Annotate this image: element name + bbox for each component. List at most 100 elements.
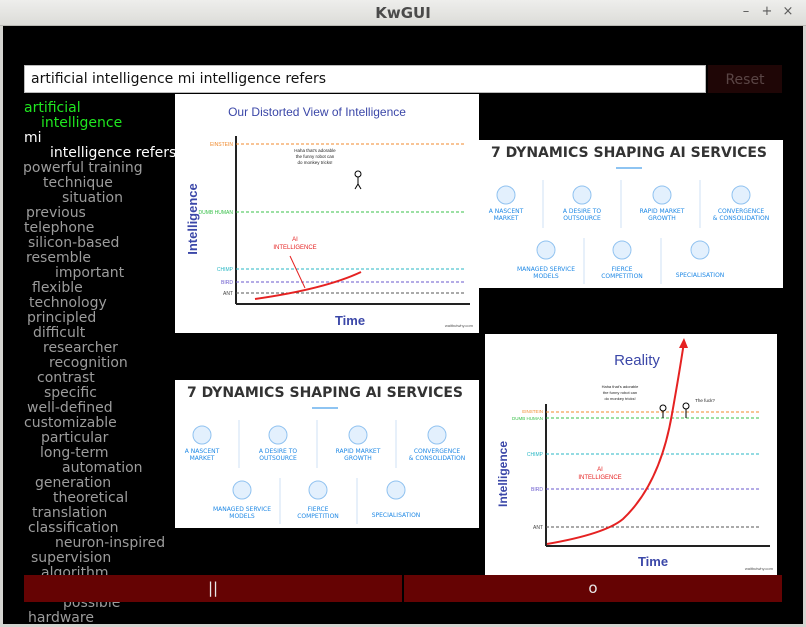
keyword-21[interactable]: customizable <box>24 415 117 431</box>
keyword-1[interactable]: intelligence <box>41 115 122 131</box>
keyword-0[interactable]: artificial <box>24 100 81 116</box>
img1-label-bird: BIRD <box>221 280 233 286</box>
img4-speech-1: Haha that's adorable <box>602 384 640 389</box>
dyn-top-title: 7 DYNAMICS SHAPING AI SERVICES <box>491 145 767 161</box>
reset-button[interactable]: Reset <box>708 65 782 93</box>
keyword-24[interactable]: automation <box>62 460 143 476</box>
play-button[interactable]: o <box>404 575 782 602</box>
img1-speech-2: the funny robot can <box>296 154 335 159</box>
dyn-top-item-6b: COMPETITION <box>601 273 643 280</box>
keyword-5[interactable]: technique <box>43 175 113 191</box>
img1-speech-3: do monkey tricks! <box>297 160 332 165</box>
pause-button[interactable]: || <box>24 575 402 602</box>
dyn-bottom-item-1b: MARKET <box>190 455 215 462</box>
dyn-top-item-6: FIERCE <box>612 266 633 273</box>
keyword-22[interactable]: particular <box>41 430 108 446</box>
result-image-distorted-view[interactable]: Our Distorted View of Intelligence EINST… <box>175 94 479 333</box>
dyn-top-icons <box>496 185 751 260</box>
keyword-27[interactable]: translation <box>32 505 107 521</box>
dyn-top-item-7: SPECIALISATION <box>676 272 725 279</box>
keyword-23[interactable]: long-term <box>40 445 109 461</box>
img4-label-chimp: CHIMP <box>527 452 544 458</box>
result-image-7-dynamics-top[interactable]: 7 DYNAMICS SHAPING AI SERVICES A NASCENT… <box>479 140 783 288</box>
img4-ai-label-2: INTELLIGENCE <box>578 475 621 481</box>
img1-label-chimp: CHIMP <box>217 267 234 273</box>
dyn-top-item-2: A DESIRE TO <box>563 208 602 215</box>
title-bar: KwGUI – + × <box>0 0 806 26</box>
dyn-bottom-item-5: MANAGED SERVICE <box>213 506 271 513</box>
img1-ai-label: AI <box>292 237 298 243</box>
dyn-top-item-3b: GROWTH <box>648 215 676 222</box>
keyword-26[interactable]: theoretical <box>53 490 128 506</box>
img1-ylabel: Intelligence <box>185 183 200 255</box>
dyn-bottom-item-2b: OUTSOURCE <box>259 455 297 462</box>
keyword-17[interactable]: recognition <box>49 355 128 371</box>
keyword-25[interactable]: generation <box>35 475 111 491</box>
word-cloud: artificial intelligence mi intelligence ref… <box>0 100 176 626</box>
keyword-4[interactable]: powerful training <box>23 160 143 176</box>
minimize-button[interactable]: – <box>738 3 754 21</box>
dyn-top-item-2b: OUTSOURCE <box>563 215 601 222</box>
maximize-button[interactable]: + <box>759 3 775 21</box>
img1-label-einstein: EINSTEIN <box>210 142 233 148</box>
keyword-15[interactable]: difficult <box>33 325 85 341</box>
img4-speech-3: do monkey tricks! <box>604 396 635 401</box>
stick-figure-icon <box>354 170 362 190</box>
keyword-29[interactable]: neuron-inspired <box>55 535 165 551</box>
img4-xlabel: Time <box>638 554 668 569</box>
img4-label-dumb-human: DUMB HUMAN <box>512 416 543 421</box>
keyword-30[interactable]: supervision <box>31 550 111 566</box>
keyword-18[interactable]: contrast <box>37 370 95 386</box>
dyn-bottom-item-2: A DESIRE TO <box>259 448 298 455</box>
dyn-top-item-5b: MODELS <box>533 273 559 280</box>
dyn-bottom-item-1: A NASCENT <box>185 448 220 455</box>
dyn-bottom-item-4b: & CONSOLIDATION <box>409 455 465 462</box>
keyword-20[interactable]: well-defined <box>27 400 113 416</box>
dyn-bottom-title: 7 DYNAMICS SHAPING AI SERVICES <box>187 385 463 401</box>
img4-speech-2: the funny robot can <box>603 390 637 395</box>
img4-ylabel: Intelligence <box>496 441 510 507</box>
img4-title: Reality <box>614 352 660 369</box>
keyword-19[interactable]: specific <box>44 385 97 401</box>
img1-label-ant: ANT <box>223 291 233 297</box>
dyn-top-item-4b: & CONSOLIDATION <box>713 215 769 222</box>
close-button[interactable]: × <box>780 3 796 21</box>
result-image-7-dynamics-bottom[interactable]: 7 DYNAMICS SHAPING AI SERVICES A NASCENT… <box>175 380 479 528</box>
img4-label-einstein: EINSTEIN <box>522 409 543 414</box>
dyn-bottom-item-6: FIERCE <box>308 506 329 513</box>
dyn-top-item-3: RAPID MARKET <box>640 208 685 215</box>
dyn-bottom-item-6b: COMPETITION <box>297 513 339 520</box>
keyword-3[interactable]: intelligence refers <box>50 145 176 161</box>
keyword-7[interactable]: previous <box>26 205 86 221</box>
dyn-bottom-item-4: CONVERGENCE <box>414 448 461 455</box>
img1-title: Our Distorted View of Intelligence <box>228 105 406 119</box>
dyn-bottom-icons <box>192 425 447 500</box>
keyword-12[interactable]: flexible <box>32 280 83 296</box>
dyn-top-item-4: CONVERGENCE <box>718 208 765 215</box>
keyword-6[interactable]: situation <box>62 190 123 206</box>
dyn-top-item-5: MANAGED SERVICE <box>517 266 575 273</box>
img1-label-dumb-human: DUMB HUMAN <box>199 210 234 216</box>
dyn-top-item-1: A NASCENT <box>489 208 524 215</box>
dyn-bottom-item-3: RAPID MARKET <box>336 448 381 455</box>
keyword-10[interactable]: resemble <box>26 250 91 266</box>
keyword-13[interactable]: technology <box>29 295 107 311</box>
keyword-28[interactable]: classification <box>28 520 119 536</box>
keyword-2[interactable]: mi <box>24 130 42 146</box>
keyword-9[interactable]: silicon-based <box>28 235 119 251</box>
dyn-bottom-item-3b: GROWTH <box>344 455 372 462</box>
img1-ai-label-2: INTELLIGENCE <box>273 245 316 251</box>
result-image-reality[interactable]: Reality EINSTEIN DUMB HUMAN CHIMP BIRD A… <box>485 334 777 575</box>
img4-credit: waitbutwhy.com <box>745 566 774 571</box>
keyword-33[interactable]: hardware <box>28 610 94 626</box>
keyword-14[interactable]: principled <box>27 310 96 326</box>
dyn-bottom-item-7: SPECIALISATION <box>372 512 421 519</box>
keyword-8[interactable]: telephone <box>24 220 94 236</box>
keyword-16[interactable]: researcher <box>43 340 118 356</box>
search-input[interactable] <box>24 65 706 93</box>
img4-label-bird: BIRD <box>531 487 543 493</box>
img1-speech-1: Haha that's adorable <box>294 148 336 153</box>
keyword-11[interactable]: important <box>55 265 124 281</box>
img1-xlabel: Time <box>335 313 365 328</box>
window-title: KwGUI <box>375 4 431 22</box>
